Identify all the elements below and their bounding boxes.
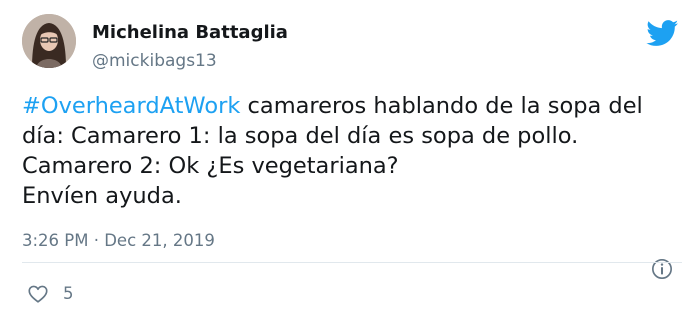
tweet-line-3: Camarero 2: Ok ¿Es vegetariana?	[22, 153, 399, 179]
tweet-line-2: día: Camarero 1: la sopa del día es sopa…	[22, 123, 579, 149]
tweet-text: #OverheardAtWork camareros hablando de l…	[22, 91, 682, 211]
like-count: 5	[63, 284, 74, 303]
tweet-line-1-text: camareros hablando de la sopa del	[240, 93, 643, 119]
tweet-line-4: Envíen ayuda.	[22, 183, 182, 209]
tweet-line-1: #OverheardAtWork camareros hablando de l…	[22, 91, 682, 121]
avatar[interactable]	[22, 14, 76, 68]
hashtag-link[interactable]: #OverheardAtWork	[22, 93, 240, 119]
heart-icon[interactable]	[27, 283, 49, 305]
twitter-bird-icon[interactable]	[646, 20, 679, 47]
avatar-photo	[22, 14, 76, 68]
tweet-card: Michelina Battaglia @mickibags13 #Overhe…	[0, 0, 700, 319]
author-display-name[interactable]: Michelina Battaglia	[92, 22, 288, 44]
divider	[22, 262, 682, 263]
tweet-timestamp[interactable]: 3:26 PM · Dec 21, 2019	[22, 230, 215, 252]
author-handle[interactable]: @mickibags13	[92, 50, 217, 72]
